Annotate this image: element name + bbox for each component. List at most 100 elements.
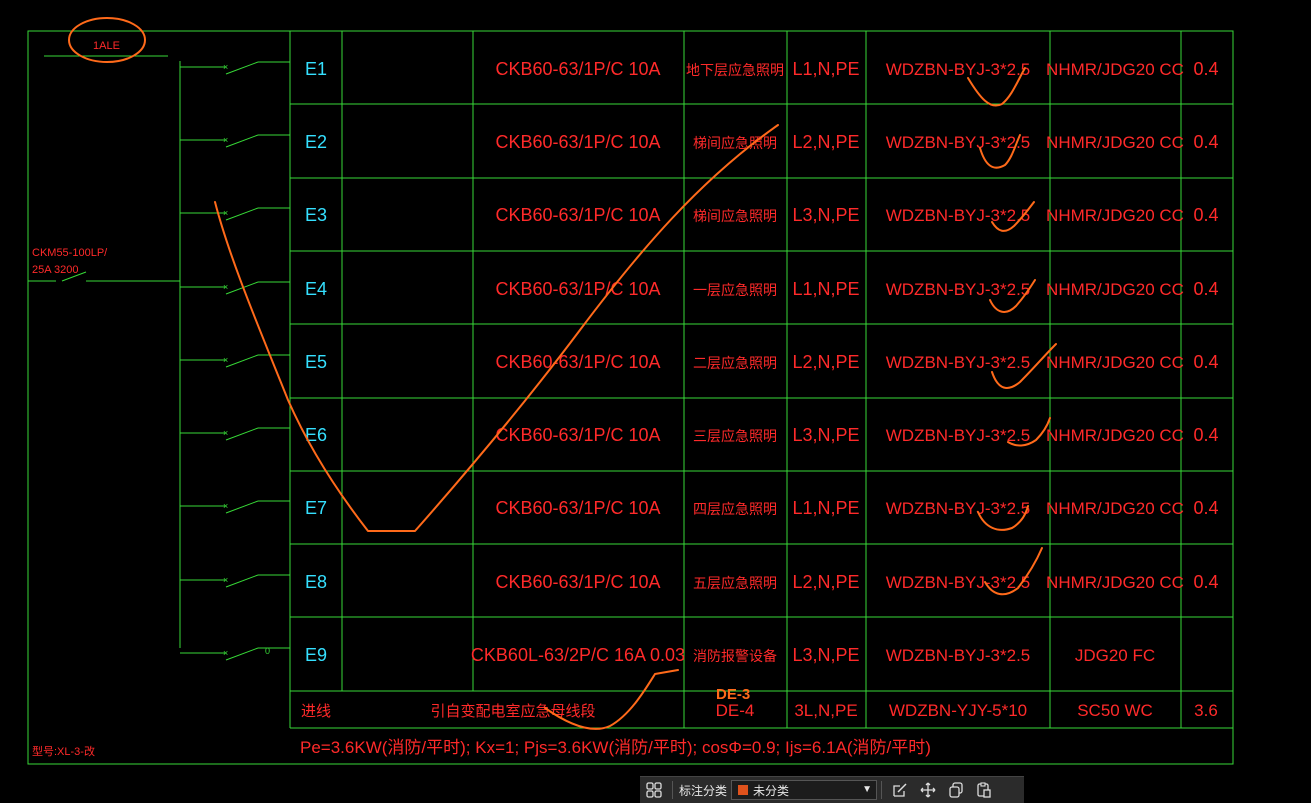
table-row[interactable]: E1 CKB60-63/1P/C 10A 地下层应急照明 L1,N,PE WDZBN-B…: [305, 59, 1219, 79]
branch-switch: ×: [180, 134, 290, 148]
incoming-label: 进线: [301, 703, 331, 720]
circuit-cable: WDZBN-BYJ-3*2.5: [886, 573, 1031, 592]
branch-switch: × 0: [180, 646, 290, 661]
circuit-breaker: CKB60-63/1P/C 10A: [495, 279, 660, 299]
chevron-down-icon: ▼: [862, 784, 873, 795]
table-row[interactable]: E4 CKB60-63/1P/C 10A 一层应急照明 L1,N,PE WDZBN-BY…: [305, 279, 1219, 299]
toolbar-divider: [672, 781, 673, 799]
circuit-power: 0.4: [1193, 132, 1218, 152]
markup-checkmark: [214, 124, 779, 532]
circuit-breaker: CKB60-63/1P/C 10A: [495, 425, 660, 445]
circuit-phase: L3,N,PE: [792, 205, 859, 225]
circuit-breaker: CKB60-63/1P/C 10A: [495, 59, 660, 79]
circuit-load: 四层应急照明: [693, 501, 777, 517]
circuit-breaker: CKB60L-63/2P/C 16A 0.03: [471, 645, 685, 665]
category-value: 未分类: [753, 783, 790, 798]
circuit-id: E4: [305, 279, 327, 299]
circuit-phase: L2,N,PE: [792, 572, 859, 592]
table-row[interactable]: E6 CKB60-63/1P/C 10A 三层应急照明 L3,N,PE WDZBN-BY…: [305, 425, 1219, 445]
handwritten-correction: DE-3: [716, 686, 750, 703]
markup-underline: [544, 669, 679, 730]
circuit-load: 梯间应急照明: [693, 135, 777, 151]
svg-text:×: ×: [223, 135, 228, 145]
branch-switch: ×: [180, 207, 290, 221]
circuit-power: 0.4: [1193, 352, 1218, 372]
category-dropdown[interactable]: 未分类 ▼: [731, 780, 878, 800]
handwritten-markup: [68, 17, 1057, 730]
circuit-breaker: CKB60-63/1P/C 10A: [495, 132, 660, 152]
circuit-conduit: NHMR/JDG20 CC: [1046, 60, 1184, 79]
circuit-cable: WDZBN-BYJ-3*2.5: [886, 280, 1031, 299]
circuit-id: E8: [305, 572, 327, 592]
circuit-id: E9: [305, 645, 327, 665]
cad-drawing-canvas[interactable]: ××××××××× 0 1ALE CKM55-100LP/ 25A 3200 型号…: [0, 0, 1311, 802]
table-row[interactable]: E3 CKB60-63/1P/C 10A 梯间应急照明 L3,N,PE WDZBN-BY…: [305, 205, 1219, 225]
circuit-load: 二层应急照明: [693, 355, 777, 371]
main-breaker-label: CKM55-100LP/: [32, 247, 108, 259]
circuit-breaker: CKB60-63/1P/C 10A: [495, 572, 660, 592]
svg-text:×: ×: [223, 282, 228, 292]
table-row[interactable]: E5 CKB60-63/1P/C 10A 二层应急照明 L2,N,PE WDZBN-BY…: [305, 352, 1219, 372]
circuit-cable: WDZBN-BYJ-3*2.5: [886, 60, 1031, 79]
incoming-phase: 3L,N,PE: [794, 701, 857, 720]
circuit-phase: L1,N,PE: [792, 279, 859, 299]
edit-icon[interactable]: [889, 779, 911, 801]
circuit-conduit: NHMR/JDG20 CC: [1046, 280, 1184, 299]
circuit-conduit: NHMR/JDG20 CC: [1046, 573, 1184, 592]
annotation-toolbar: 标注分类 未分类 ▼: [640, 776, 1024, 803]
circuit-phase: L3,N,PE: [792, 425, 859, 445]
circuit-breaker: CKB60-63/1P/C 10A: [495, 352, 660, 372]
circuit-load: 梯间应急照明: [693, 208, 777, 224]
circuit-load: 一层应急照明: [693, 282, 777, 298]
svg-text:0: 0: [265, 646, 270, 656]
svg-text:×: ×: [223, 428, 228, 438]
grid-icon[interactable]: [643, 779, 665, 801]
incoming-conduit: SC50 WC: [1077, 701, 1153, 720]
circuit-power: 0.4: [1193, 498, 1218, 518]
category-color-swatch: [738, 785, 749, 795]
circuit-id: E1: [305, 59, 327, 79]
circuit-id: E2: [305, 132, 327, 152]
circuit-load: 三层应急照明: [693, 428, 777, 444]
circuit-breaker: CKB60-63/1P/C 10A: [495, 205, 660, 225]
branch-switch: ×: [180, 61, 290, 75]
circuit-cable: WDZBN-BYJ-3*2.5: [886, 646, 1031, 665]
svg-text:×: ×: [223, 575, 228, 585]
move-icon[interactable]: [917, 779, 939, 801]
svg-text:×: ×: [223, 648, 228, 658]
copy-icon[interactable]: [945, 779, 967, 801]
panel-name-label: 1ALE: [93, 40, 120, 52]
circuit-phase: L1,N,PE: [792, 59, 859, 79]
paste-icon[interactable]: [973, 779, 995, 801]
circuit-cable: WDZBN-BYJ-3*2.5: [886, 133, 1031, 152]
circuit-id: E5: [305, 352, 327, 372]
incoming-power: 3.6: [1194, 701, 1218, 720]
svg-text:×: ×: [223, 208, 228, 218]
circuit-power: 0.4: [1193, 205, 1218, 225]
circuit-cable: WDZBN-BYJ-3*2.5: [886, 206, 1031, 225]
circuit-id: E3: [305, 205, 327, 225]
circuit-conduit: NHMR/JDG20 CC: [1046, 499, 1184, 518]
branch-switch: ×: [180, 427, 290, 441]
load-summary: Pe=3.6KW(消防/平时); Kx=1; Pjs=3.6KW(消防/平时);…: [300, 738, 931, 757]
circuit-load: 消防报警设备: [693, 648, 777, 664]
circuit-conduit: NHMR/JDG20 CC: [1046, 206, 1184, 225]
circuit-load: 地下层应急照明: [686, 62, 784, 78]
table-row[interactable]: E9 CKB60L-63/2P/C 16A 0.03 消防报警设备 L3,N,PE WD…: [305, 645, 1155, 665]
main-breaker-rating: 25A 3200: [32, 264, 79, 276]
svg-text:×: ×: [223, 355, 228, 365]
table-row[interactable]: E8 CKB60-63/1P/C 10A 五层应急照明 L2,N,PE WDZBN-BY…: [305, 572, 1219, 592]
circuit-phase: L2,N,PE: [792, 132, 859, 152]
incoming-code: DE-4: [716, 701, 755, 720]
circuit-phase: L1,N,PE: [792, 498, 859, 518]
circuit-conduit: NHMR/JDG20 CC: [1046, 426, 1184, 445]
circuit-id: E7: [305, 498, 327, 518]
svg-text:×: ×: [223, 62, 228, 72]
toolbar-divider: [881, 781, 883, 799]
table-row[interactable]: E2 CKB60-63/1P/C 10A 梯间应急照明 L2,N,PE WDZBN-BY…: [305, 132, 1219, 152]
circuit-power: 0.4: [1193, 572, 1218, 592]
circuit-conduit: NHMR/JDG20 CC: [1046, 353, 1184, 372]
incoming-source: 引自变配电室应急母线段: [430, 702, 595, 720]
category-label: 标注分类: [679, 783, 728, 798]
branch-switch: ×: [180, 500, 290, 514]
